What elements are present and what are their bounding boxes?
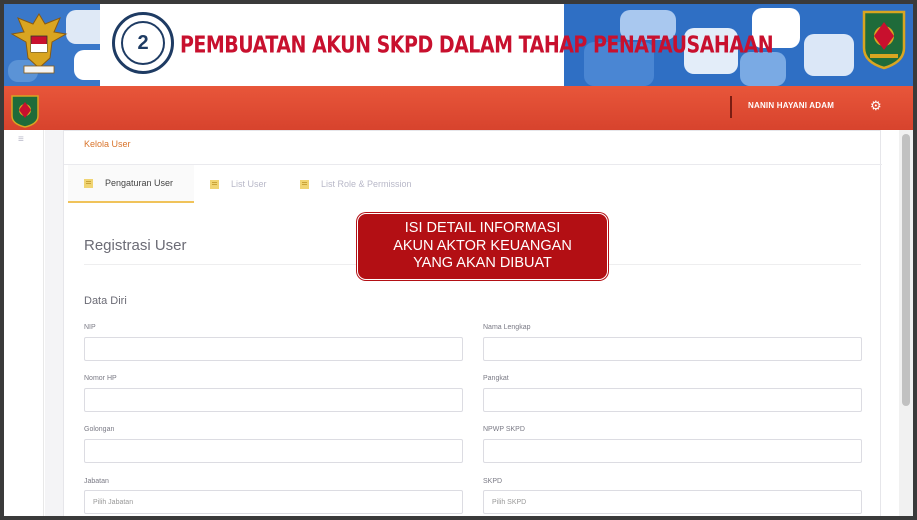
section-heading: Data Diri [84,295,127,307]
list-icon [84,178,93,188]
pangkat-field[interactable] [483,388,862,412]
skpd-select[interactable]: Pilih SKPD [483,490,862,514]
garuda-emblem-icon [10,13,68,74]
user-divider [730,96,732,118]
jabatan-label: Jabatan [84,478,109,485]
step-number-badge: 2 [112,12,174,74]
tab-label: List User [231,179,267,189]
user-menu-icon[interactable]: ≡ [18,134,24,145]
tab-label: List Role & Permission [321,179,412,189]
list-icon [300,179,309,189]
nama-lengkap-field[interactable] [483,337,862,361]
npwp-skpd-label: NPWP SKPD [483,426,525,433]
callout-line: ISI DETAIL INFORMASI [404,220,561,236]
callout-line: AKUN AKTOR KEUANGAN [393,237,572,254]
form-title: Registrasi User [84,237,187,254]
golongan-field[interactable] [84,439,463,463]
jabatan-placeholder: Pilih Jabatan [93,498,134,506]
jabatan-select[interactable]: Pilih Jabatan [84,490,463,514]
nip-label: NIP [84,324,96,331]
user-name-menu[interactable]: NANIN HAYANI ADAM [748,101,834,110]
app-header: NANIN HAYANI ADAM ⚙ [4,86,913,130]
step-number: 2 [121,21,165,65]
screen-frame: 2 PEMBUATAN AKUN SKPD DALAM TAHAP PENATA… [4,4,913,516]
nomor-hp-field[interactable] [84,388,463,412]
left-sidebar: ≡ [4,130,44,516]
banner-title: PEMBUATAN AKUN SKPD DALAM TAHAP PENATAUS… [180,32,774,59]
app-logo-icon[interactable] [10,94,40,128]
main-content: Kelola User Pengaturan User List User Li… [45,130,882,516]
skpd-label: SKPD [483,478,503,485]
user-management-card: Kelola User Pengaturan User List User Li… [63,130,882,516]
breadcrumb[interactable]: Kelola User [84,139,131,149]
tutorial-banner: 2 PEMBUATAN AKUN SKPD DALAM TAHAP PENATA… [4,4,913,86]
instruction-callout: ISI DETAIL INFORMASI AKUN AKTOR KEUANGAN… [357,213,608,280]
npwp-skpd-field[interactable] [483,439,862,463]
kemendagri-emblem-icon [862,10,906,70]
nip-field[interactable] [84,337,463,361]
scrollbar-thumb[interactable] [902,134,910,406]
list-icon [210,179,219,189]
nomor-hp-label: Nomor HP [84,375,117,382]
tab-label: Pengaturan User [105,178,174,188]
golongan-label: Golongan [84,426,115,433]
tab-bar: Pengaturan User List User List Role & Pe… [64,165,882,203]
skpd-placeholder: Pilih SKPD [492,498,527,506]
tab-list-role-permission[interactable]: List Role & Permission [300,165,460,203]
nama-lengkap-label: Nama Lengkap [483,324,531,331]
callout-line: YANG AKAN DIBUAT [413,255,552,271]
gear-icon[interactable]: ⚙ [870,98,882,114]
tab-list-user[interactable]: List User [210,165,300,203]
tab-pengaturan-user[interactable]: Pengaturan User [68,165,194,203]
pangkat-label: Pangkat [483,375,509,382]
